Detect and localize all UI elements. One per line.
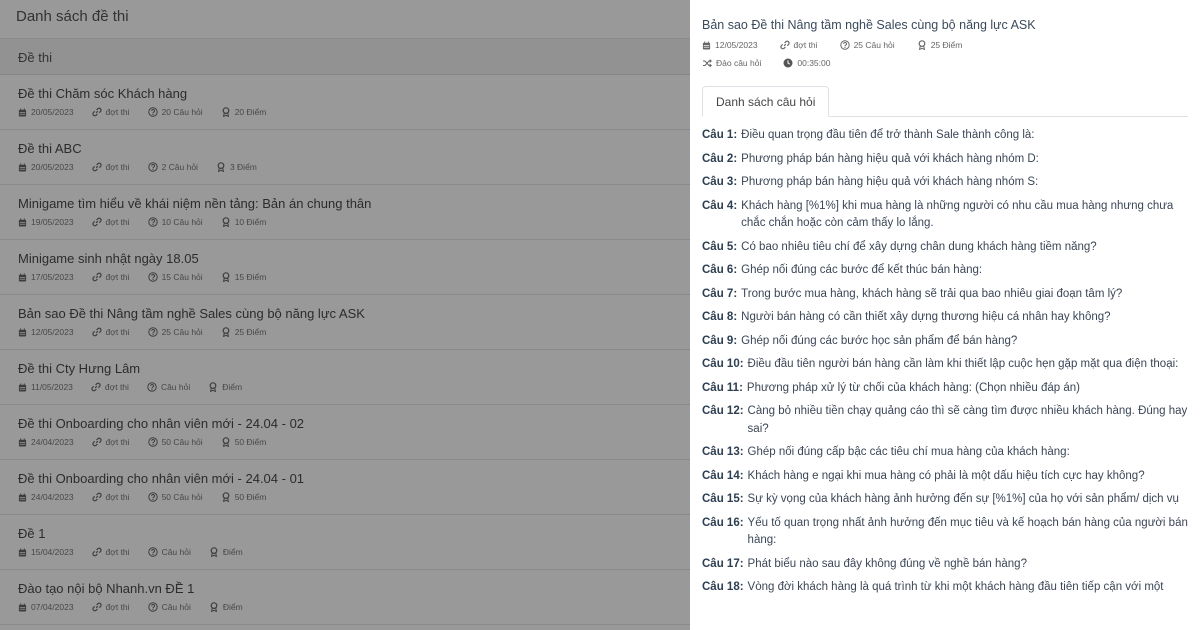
drawer-shuffle: Đảo câu hỏi	[702, 58, 761, 68]
drawer-meta-row-2: Đảo câu hỏi 00:35:00	[702, 58, 1188, 68]
question-text: Người bán hàng có cần thiết xây dựng thư…	[741, 311, 1111, 323]
question-number: Câu 12:	[702, 405, 744, 417]
drawer-date-text: 12/05/2023	[715, 40, 758, 50]
tab-question-list[interactable]: Danh sách câu hỏi	[702, 86, 830, 117]
question-text: Điều đầu tiên người bán hàng cần làm khi…	[747, 358, 1179, 370]
question-number: Câu 16:	[702, 516, 744, 529]
question-item[interactable]: Câu 15: Sự kỳ vọng của khách hàng ảnh hưở…	[702, 491, 1188, 509]
drawer-tabs: Danh sách câu hỏi	[702, 86, 1188, 117]
drawer-meta-row-1: 12/05/2023 đợt thi 25 Câu hỏi 25 Điểm	[702, 40, 1188, 50]
question-circle-icon	[840, 40, 850, 50]
drawer-points-text: 25 Điểm	[930, 40, 963, 50]
drawer-round: đợt thi	[780, 40, 818, 50]
modal-backdrop[interactable]	[0, 0, 690, 630]
question-item[interactable]: Câu 7: Trong bước mua hàng, khách hàng sẽ…	[702, 286, 1188, 304]
question-number: Câu 4:	[702, 199, 738, 212]
question-text: Ghép nối đúng cấp bậc các tiêu chí mua h…	[747, 446, 1070, 458]
question-text: Sự kỳ vọng của khách hàng ảnh hưởng đến …	[747, 493, 1179, 505]
award-icon	[917, 40, 927, 50]
question-number: Câu 14:	[702, 469, 744, 482]
question-item[interactable]: Câu 6: Ghép nối đúng các bước để kết thúc…	[702, 262, 1188, 280]
question-number: Câu 7:	[702, 287, 738, 300]
question-item[interactable]: Câu 4: Khách hàng [%1%] khi mua hàng là n…	[702, 198, 1188, 233]
question-text: Khách hàng e ngại khi mua hàng có phải l…	[747, 469, 1145, 482]
question-text: Có bao nhiêu tiêu chí để xây dựng chân d…	[741, 240, 1097, 253]
link-icon	[780, 40, 790, 50]
question-item[interactable]: Câu 12: Càng bỏ nhiều tiền chạy quảng cáo…	[702, 403, 1188, 438]
question-text: Vòng đời khách hàng là quá trình từ khi …	[747, 581, 1164, 593]
drawer-title: Bản sao Đề thi Nâng tầm nghề Sales cùng …	[702, 18, 1036, 32]
question-number: Câu 17:	[702, 557, 744, 570]
question-list: Câu 1: Điều quan trọng đầu tiên để trở th…	[702, 127, 1188, 597]
question-item[interactable]: Câu 18: Vòng đời khách hàng là quá trình …	[702, 579, 1188, 597]
question-item[interactable]: Câu 14: Khách hàng e ngại khi mua hàng có…	[702, 468, 1188, 486]
question-number: Câu 9:	[702, 334, 738, 347]
question-item[interactable]: Câu 16: Yếu tố quan trọng nhất ảnh hưởng …	[702, 515, 1188, 550]
question-item[interactable]: Câu 10: Điều đầu tiên người bán hàng cần …	[702, 356, 1188, 374]
question-text: Phương pháp bán hàng hiệu quả với khách …	[741, 176, 1039, 188]
question-text: Càng bỏ nhiều tiền chạy quảng cáo thì sẽ…	[747, 405, 1188, 435]
exam-detail-drawer: Bản sao Đề thi Nâng tầm nghề Sales cùng …	[690, 0, 1200, 630]
drawer-duration-text: 00:35:00	[797, 58, 831, 68]
clock-icon	[783, 58, 793, 68]
question-item[interactable]: Câu 5: Có bao nhiêu tiêu chí để xây dựng …	[702, 239, 1188, 257]
question-text: Phát biểu nào sau đây không đúng về nghề…	[747, 557, 1027, 570]
calendar-icon	[702, 41, 711, 50]
question-number: Câu 15:	[702, 493, 744, 505]
question-number: Câu 8:	[702, 311, 738, 323]
question-number: Câu 5:	[702, 240, 738, 253]
drawer-shuffle-text: Đảo câu hỏi	[716, 58, 762, 68]
question-text: Ghép nối đúng các bước để kết thúc bán h…	[741, 264, 983, 276]
drawer-points: 25 Điểm	[917, 40, 963, 50]
drawer-question-count-text: 25 Câu hỏi	[853, 40, 895, 50]
question-item[interactable]: Câu 17: Phát biểu nào sau đây không đúng …	[702, 556, 1188, 574]
question-number: Câu 10:	[702, 358, 744, 370]
question-text: Yếu tố quan trọng nhất ảnh hưởng đến mục…	[747, 516, 1188, 547]
question-item[interactable]: Câu 3: Phương pháp bán hàng hiệu quả với …	[702, 174, 1188, 192]
question-text: Phương pháp bán hàng hiệu quả với khách …	[741, 152, 1039, 165]
question-text: Khách hàng [%1%] khi mua hàng là những n…	[741, 199, 1174, 230]
question-text: Phương pháp xử lý từ chối của khách hàng…	[746, 381, 1080, 394]
question-item[interactable]: Câu 13: Ghép nối đúng cấp bậc các tiêu ch…	[702, 444, 1188, 462]
question-text: Trong bước mua hàng, khách hàng sẽ trải …	[741, 287, 1123, 300]
drawer-question-count: 25 Câu hỏi	[840, 40, 895, 50]
question-item[interactable]: Câu 11: Phương pháp xử lý từ chối của khá…	[702, 380, 1188, 398]
question-number: Câu 6:	[702, 264, 738, 276]
drawer-round-text: đợt thi	[793, 40, 818, 50]
question-number: Câu 1:	[702, 129, 738, 141]
question-number: Câu 2:	[702, 152, 738, 165]
drawer-date: 12/05/2023	[702, 40, 758, 50]
question-item[interactable]: Câu 9: Ghép nối đúng các bước học sản phẩ…	[702, 333, 1188, 351]
question-text: Ghép nối đúng các bước học sản phẩm để b…	[741, 334, 1018, 347]
question-number: Câu 18:	[702, 581, 744, 593]
question-number: Câu 11:	[702, 381, 743, 394]
drawer-duration: 00:35:00	[783, 58, 830, 68]
question-number: Câu 13:	[702, 446, 744, 458]
question-number: Câu 3:	[702, 176, 738, 188]
question-item[interactable]: Câu 8: Người bán hàng có cần thiết xây dự…	[702, 309, 1188, 327]
question-text: Điều quan trọng đầu tiên để trở thành Sa…	[741, 129, 1035, 141]
question-item[interactable]: Câu 1: Điều quan trọng đầu tiên để trở th…	[702, 127, 1188, 145]
shuffle-icon	[702, 58, 712, 68]
question-item[interactable]: Câu 2: Phương pháp bán hàng hiệu quả với …	[702, 151, 1188, 169]
